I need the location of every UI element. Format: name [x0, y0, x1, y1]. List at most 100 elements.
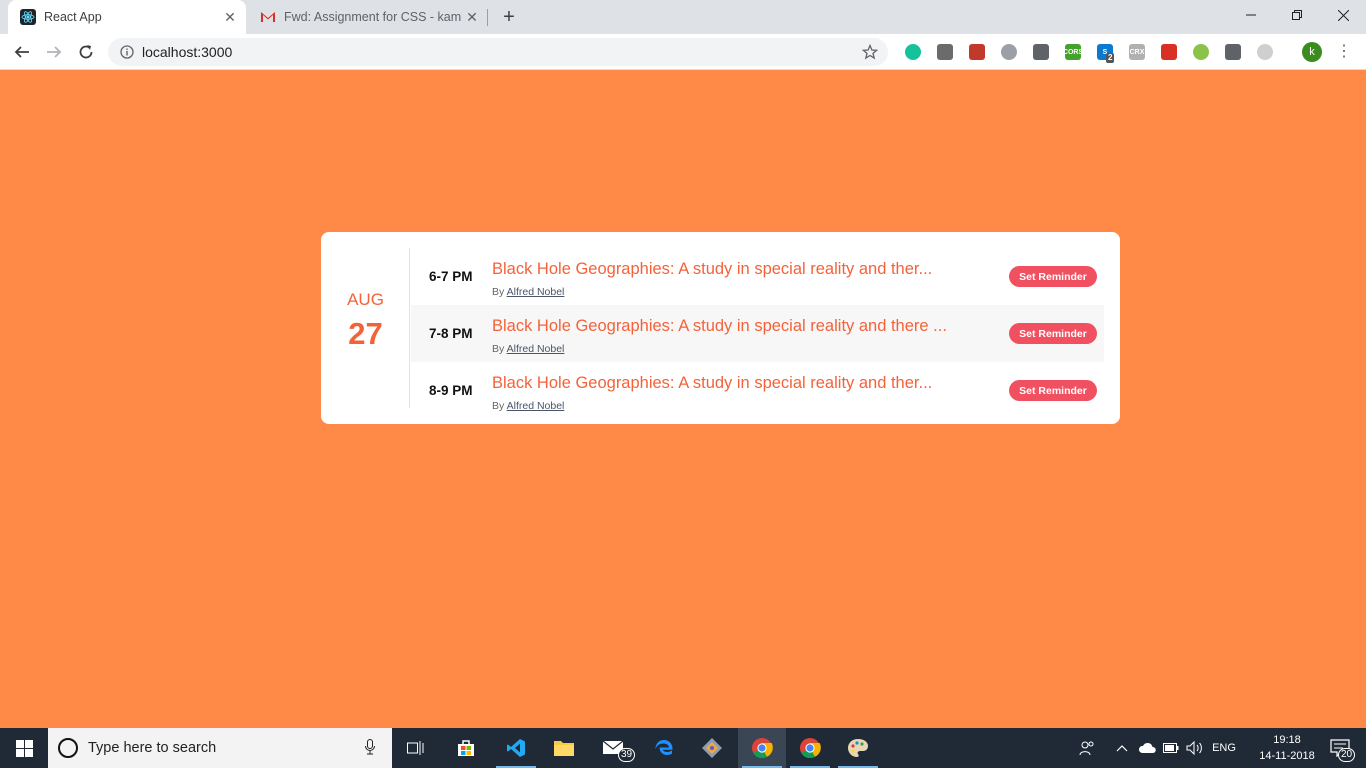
by-label: By — [492, 343, 505, 355]
action-center-button[interactable]: 20 — [1320, 728, 1360, 768]
battery-icon[interactable] — [1160, 728, 1182, 768]
loader-icon[interactable] — [1257, 44, 1273, 60]
chrome-icon — [800, 738, 821, 759]
event-row: 6-7 PM Black Hole Geographies: A study i… — [411, 248, 1104, 305]
event-title[interactable]: Black Hole Geographies: A study in speci… — [492, 260, 932, 279]
close-icon — [1337, 9, 1349, 21]
tab-react-app[interactable]: React App ✕ — [8, 0, 246, 34]
event-row: 7-8 PM Black Hole Geographies: A study i… — [411, 305, 1104, 362]
minimize-icon — [1246, 14, 1256, 16]
start-button[interactable] — [0, 728, 48, 768]
task-view-button[interactable] — [392, 728, 440, 768]
new-tab-button[interactable]: + — [498, 6, 520, 28]
set-reminder-button[interactable]: Set Reminder — [1009, 323, 1097, 344]
by-label: By — [492, 400, 505, 412]
schedule-card: AUG 27 6-7 PM Black Hole Geographies: A … — [321, 232, 1120, 424]
cortana-icon — [58, 738, 78, 758]
chevron-up-icon[interactable] — [1112, 728, 1132, 768]
vscode-icon — [507, 739, 525, 757]
notification-count: 20 — [1338, 748, 1356, 762]
tab-strip: React App ✕ Fwd: Assignment for CSS - ka… — [0, 0, 1366, 34]
search-placeholder[interactable]: Type here to search — [88, 740, 360, 756]
reload-button[interactable] — [74, 40, 98, 64]
palette-icon — [848, 739, 868, 757]
pocket-icon[interactable] — [969, 44, 985, 60]
taskbar-search[interactable]: Type here to search — [48, 728, 392, 768]
git-app-button[interactable] — [688, 728, 736, 768]
mail-icon[interactable] — [1225, 44, 1241, 60]
restore-button[interactable] — [1274, 0, 1320, 30]
extension-label: CORS — [1062, 48, 1084, 56]
event-row: 8-9 PM Black Hole Geographies: A study i… — [411, 362, 1104, 419]
clock-date: 14-11-2018 — [1259, 750, 1315, 762]
star-icon[interactable] — [862, 44, 878, 60]
angular-icon[interactable] — [937, 44, 953, 60]
extension-badge: 2 — [1106, 53, 1115, 63]
author-link[interactable]: Alfred Nobel — [507, 286, 565, 298]
info-icon[interactable] — [120, 45, 134, 59]
chrome-icon — [752, 738, 773, 759]
menu-icon[interactable]: ⋮ — [1336, 42, 1352, 62]
reload-icon — [79, 45, 93, 59]
event-title[interactable]: Black Hole Geographies: A study in speci… — [492, 374, 932, 393]
puzzle-red-icon[interactable] — [1161, 44, 1177, 60]
author-link[interactable]: Alfred Nobel — [507, 343, 565, 355]
event-byline: By Alfred Nobel — [492, 343, 564, 355]
arrow-left-icon — [14, 46, 29, 58]
by-label: By — [492, 286, 505, 298]
store-icon — [458, 740, 474, 756]
store-button[interactable] — [442, 728, 490, 768]
mail-app-button[interactable]: 39 — [590, 728, 638, 768]
paint-button[interactable] — [834, 728, 882, 768]
chrome-button[interactable] — [786, 728, 834, 768]
vscode-button[interactable] — [492, 728, 540, 768]
cors-icon[interactable]: CORS — [1062, 44, 1084, 60]
back-button[interactable] — [10, 40, 34, 64]
language-indicator[interactable]: ENG — [1208, 728, 1240, 768]
event-time: 7-8 PM — [429, 326, 473, 341]
crx-icon[interactable]: CRX — [1129, 44, 1145, 60]
browser-toolbar: localhost:3000 CORS S 2 CRX k ⋮ — [0, 34, 1366, 70]
react-icon — [20, 9, 36, 25]
clock-time: 19:18 — [1273, 734, 1301, 746]
set-reminder-button[interactable]: Set Reminder — [1009, 380, 1097, 401]
tab-separator — [487, 9, 488, 26]
clock[interactable]: 19:18 14-11-2018 — [1256, 732, 1318, 764]
gmail-icon — [260, 9, 276, 25]
chrome-button-active[interactable] — [738, 728, 786, 768]
event-time: 6-7 PM — [429, 269, 473, 284]
file-explorer-button[interactable] — [540, 728, 588, 768]
people-icon[interactable] — [1074, 728, 1100, 768]
onedrive-icon[interactable] — [1136, 728, 1158, 768]
git-diamond-icon — [702, 738, 722, 758]
skype-icon[interactable]: S2 — [1097, 44, 1115, 63]
edge-button[interactable] — [640, 728, 688, 768]
event-time: 8-9 PM — [429, 383, 473, 398]
address-bar[interactable]: localhost:3000 — [108, 38, 888, 66]
dots-circle-icon[interactable] — [1001, 44, 1017, 60]
windows-icon — [15, 739, 33, 757]
set-reminder-button[interactable]: Set Reminder — [1009, 266, 1097, 287]
author-link[interactable]: Alfred Nobel — [507, 400, 565, 412]
grammarly-icon[interactable] — [905, 44, 921, 60]
tab-gmail[interactable]: Fwd: Assignment for CSS - kamin ✕ — [248, 0, 488, 34]
microphone-icon[interactable] — [360, 738, 380, 758]
volume-icon[interactable] — [1184, 728, 1206, 768]
eyedropper-icon[interactable] — [1033, 44, 1049, 60]
forward-button[interactable] — [42, 40, 66, 64]
divider — [409, 248, 410, 408]
close-icon[interactable]: ✕ — [220, 7, 240, 27]
minimize-button[interactable] — [1228, 0, 1274, 30]
date-day: 27 — [348, 316, 383, 351]
close-window-button[interactable] — [1320, 0, 1366, 30]
url-text[interactable]: localhost:3000 — [142, 44, 862, 60]
event-title[interactable]: Black Hole Geographies: A study in speci… — [492, 317, 947, 336]
edge-icon — [655, 740, 673, 755]
close-icon[interactable]: ✕ — [462, 7, 482, 27]
extension-label: CRX — [1129, 48, 1145, 56]
tab-title: React App — [44, 10, 102, 24]
profile-avatar[interactable]: k — [1302, 42, 1322, 62]
coin-icon[interactable] — [1193, 44, 1209, 60]
event-byline: By Alfred Nobel — [492, 400, 564, 412]
event-byline: By Alfred Nobel — [492, 286, 564, 298]
